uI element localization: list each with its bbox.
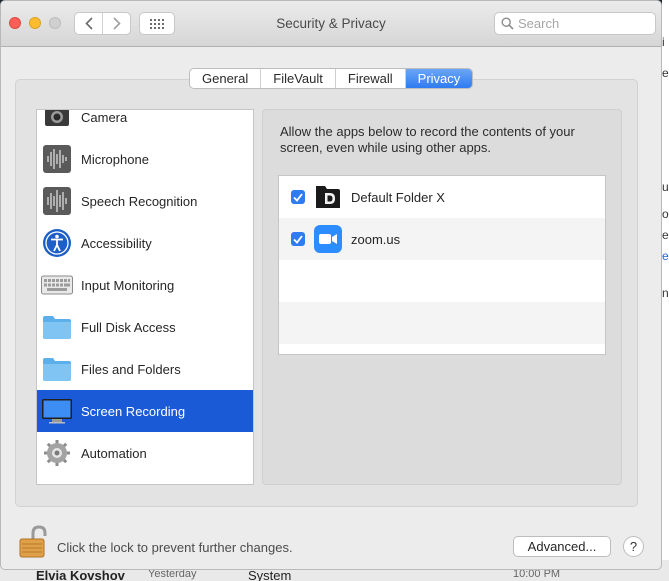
sidebar-item-automation[interactable]: Automation <box>37 432 253 474</box>
tab-general[interactable]: General <box>190 69 262 88</box>
default-folder-x-icon <box>314 183 342 211</box>
tab-bar: General FileVault Firewall Privacy <box>189 68 474 89</box>
privacy-category-list[interactable]: Camera Microphone Speech Recognition Acc… <box>36 109 254 485</box>
accessibility-icon <box>41 227 73 259</box>
lock-status-text: Click the lock to prevent further change… <box>57 540 293 555</box>
chevron-left-icon <box>84 17 93 30</box>
search-icon <box>501 17 514 30</box>
background-text: e <box>662 66 669 80</box>
preferences-window: Security & Privacy General FileVault Fir… <box>0 0 662 570</box>
advanced-button[interactable]: Advanced... <box>513 536 611 557</box>
tab-privacy[interactable]: Privacy <box>405 69 473 88</box>
sidebar-item-files-and-folders[interactable]: Files and Folders <box>37 348 253 390</box>
speech-recognition-icon <box>41 185 73 217</box>
list-item-empty <box>279 260 605 302</box>
background-text: i <box>662 35 665 49</box>
list-item-empty <box>279 302 605 344</box>
sidebar-item-label: Screen Recording <box>81 403 186 419</box>
sidebar-item-label: Files and Folders <box>81 361 181 377</box>
sidebar-item-microphone[interactable]: Microphone <box>37 138 253 180</box>
background-window-edge: i e u o e e n <box>662 0 669 581</box>
background-text: e <box>662 228 669 242</box>
app-name: zoom.us <box>351 231 401 247</box>
tab-filevault[interactable]: FileVault <box>261 69 336 88</box>
sidebar-item-label: Accessibility <box>81 235 152 251</box>
title-bar: Security & Privacy <box>1 1 661 47</box>
sidebar-item-screen-recording[interactable]: Screen Recording <box>37 390 253 432</box>
keyboard-icon <box>41 269 73 301</box>
minimize-button[interactable] <box>29 17 41 29</box>
sidebar-item-label: Speech Recognition <box>81 193 198 209</box>
sidebar-item-label: Automation <box>81 445 147 461</box>
sidebar-item-speech-recognition[interactable]: Speech Recognition <box>37 180 253 222</box>
search-field[interactable] <box>494 12 656 35</box>
close-button[interactable] <box>9 17 21 29</box>
sidebar-item-full-disk-access[interactable]: Full Disk Access <box>37 306 253 348</box>
zoom-icon <box>314 225 342 253</box>
background-text: o <box>662 207 669 221</box>
show-all-button[interactable] <box>139 12 175 35</box>
camera-icon <box>41 110 73 133</box>
lock-button[interactable] <box>19 525 49 564</box>
sidebar-item-label: Camera <box>81 109 128 125</box>
forward-button[interactable] <box>103 13 130 34</box>
sidebar-item-accessibility[interactable]: Accessibility <box>37 222 253 264</box>
sidebar-item-input-monitoring[interactable]: Input Monitoring <box>37 264 253 306</box>
window-title: Security & Privacy <box>276 16 386 31</box>
sidebar-item-camera[interactable]: Camera <box>37 109 253 138</box>
gear-icon <box>41 437 73 469</box>
display-icon <box>41 395 73 427</box>
zoom-button[interactable] <box>49 17 61 29</box>
search-input[interactable] <box>518 15 648 32</box>
grid-icon <box>150 18 164 29</box>
app-name: Default Folder X <box>351 189 445 205</box>
help-button[interactable]: ? <box>623 536 644 557</box>
background-text: n <box>662 286 669 300</box>
navigation-buttons <box>74 12 131 35</box>
microphone-icon <box>41 143 73 175</box>
background-text: e <box>662 249 669 263</box>
list-item[interactable]: zoom.us <box>279 218 605 260</box>
back-button[interactable] <box>75 13 103 34</box>
sidebar-item-label: Microphone <box>81 151 149 167</box>
chevron-right-icon <box>112 17 121 30</box>
app-list[interactable]: Default Folder X zoom.us <box>278 175 606 355</box>
sidebar-item-label: Input Monitoring <box>81 277 175 293</box>
tab-firewall[interactable]: Firewall <box>336 69 406 88</box>
lock-open-icon <box>19 525 47 558</box>
list-item[interactable]: Default Folder X <box>279 176 605 218</box>
folder-icon <box>41 311 73 343</box>
checkmark-icon <box>293 234 303 244</box>
app-checkbox[interactable] <box>291 232 305 246</box>
background-text: u <box>662 180 669 194</box>
folder-icon <box>41 353 73 385</box>
app-checkbox[interactable] <box>291 190 305 204</box>
sidebar-item-label: Full Disk Access <box>81 319 176 335</box>
checkmark-icon <box>293 192 303 202</box>
description-text: Allow the apps below to record the conte… <box>280 124 575 155</box>
